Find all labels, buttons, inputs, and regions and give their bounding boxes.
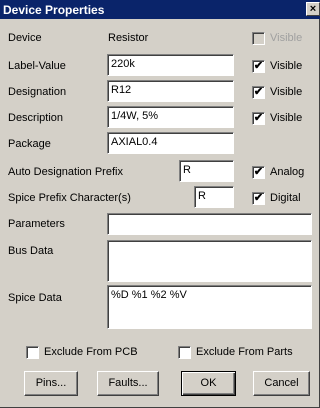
spice-data-label: Spice Data	[8, 292, 62, 304]
bus-data-textarea[interactable]	[107, 240, 312, 282]
package-label: Package	[8, 138, 51, 150]
digital-label: Digital	[270, 192, 301, 204]
spice-data-textarea[interactable]: %D %1 %2 %V	[107, 285, 312, 329]
device-label: Device	[8, 32, 42, 44]
parameters-input[interactable]	[107, 213, 312, 235]
device-visible-label: Visible	[270, 32, 303, 44]
label-value-visible-label: Visible	[270, 60, 303, 72]
label-value-input[interactable]: 220k	[107, 54, 234, 76]
package-input[interactable]: AXIAL0.4	[107, 132, 234, 154]
analog-checkbox[interactable]: ✔	[252, 166, 265, 179]
window-title: Device Properties	[3, 3, 105, 17]
label-value-visible-checkbox[interactable]: ✔	[252, 60, 265, 73]
exclude-pcb-label: Exclude From PCB	[44, 346, 138, 358]
designation-visible-checkbox[interactable]: ✔	[252, 86, 265, 99]
exclude-pcb-checkbox[interactable]	[26, 346, 39, 359]
exclude-parts-label: Exclude From Parts	[196, 346, 293, 358]
auto-designation-input[interactable]: R	[179, 160, 234, 182]
designation-visible-label: Visible	[270, 86, 303, 98]
label-value-label: Label-Value	[8, 60, 66, 72]
device-properties-dialog: Device Properties × Device Resistor Visi…	[0, 0, 320, 408]
description-visible-label: Visible	[270, 112, 303, 124]
description-visible-checkbox[interactable]: ✔	[252, 112, 265, 125]
spice-prefix-label: Spice Prefix Character(s)	[8, 192, 131, 204]
spice-prefix-input[interactable]: R	[194, 186, 234, 208]
auto-designation-label: Auto Designation Prefix	[8, 166, 123, 178]
bus-data-label: Bus Data	[8, 245, 54, 257]
parameters-label: Parameters	[8, 218, 65, 230]
title-bar: Device Properties ×	[0, 0, 320, 19]
pins-button[interactable]: Pins...	[24, 371, 78, 396]
description-input[interactable]: 1/4W, 5%	[107, 106, 234, 128]
analog-label: Analog	[270, 166, 305, 178]
faults-button[interactable]: Faults...	[97, 371, 159, 396]
digital-checkbox[interactable]: ✔	[252, 192, 265, 205]
description-label: Description	[8, 112, 64, 124]
close-icon[interactable]: ×	[306, 2, 320, 16]
device-value: Resistor	[108, 32, 149, 44]
designation-label: Designation	[8, 86, 67, 98]
device-visible-checkbox	[252, 32, 265, 45]
cancel-button[interactable]: Cancel	[253, 371, 310, 396]
designation-input[interactable]: R12	[107, 80, 234, 102]
exclude-parts-checkbox[interactable]	[178, 346, 191, 359]
ok-button[interactable]: OK	[181, 371, 236, 396]
